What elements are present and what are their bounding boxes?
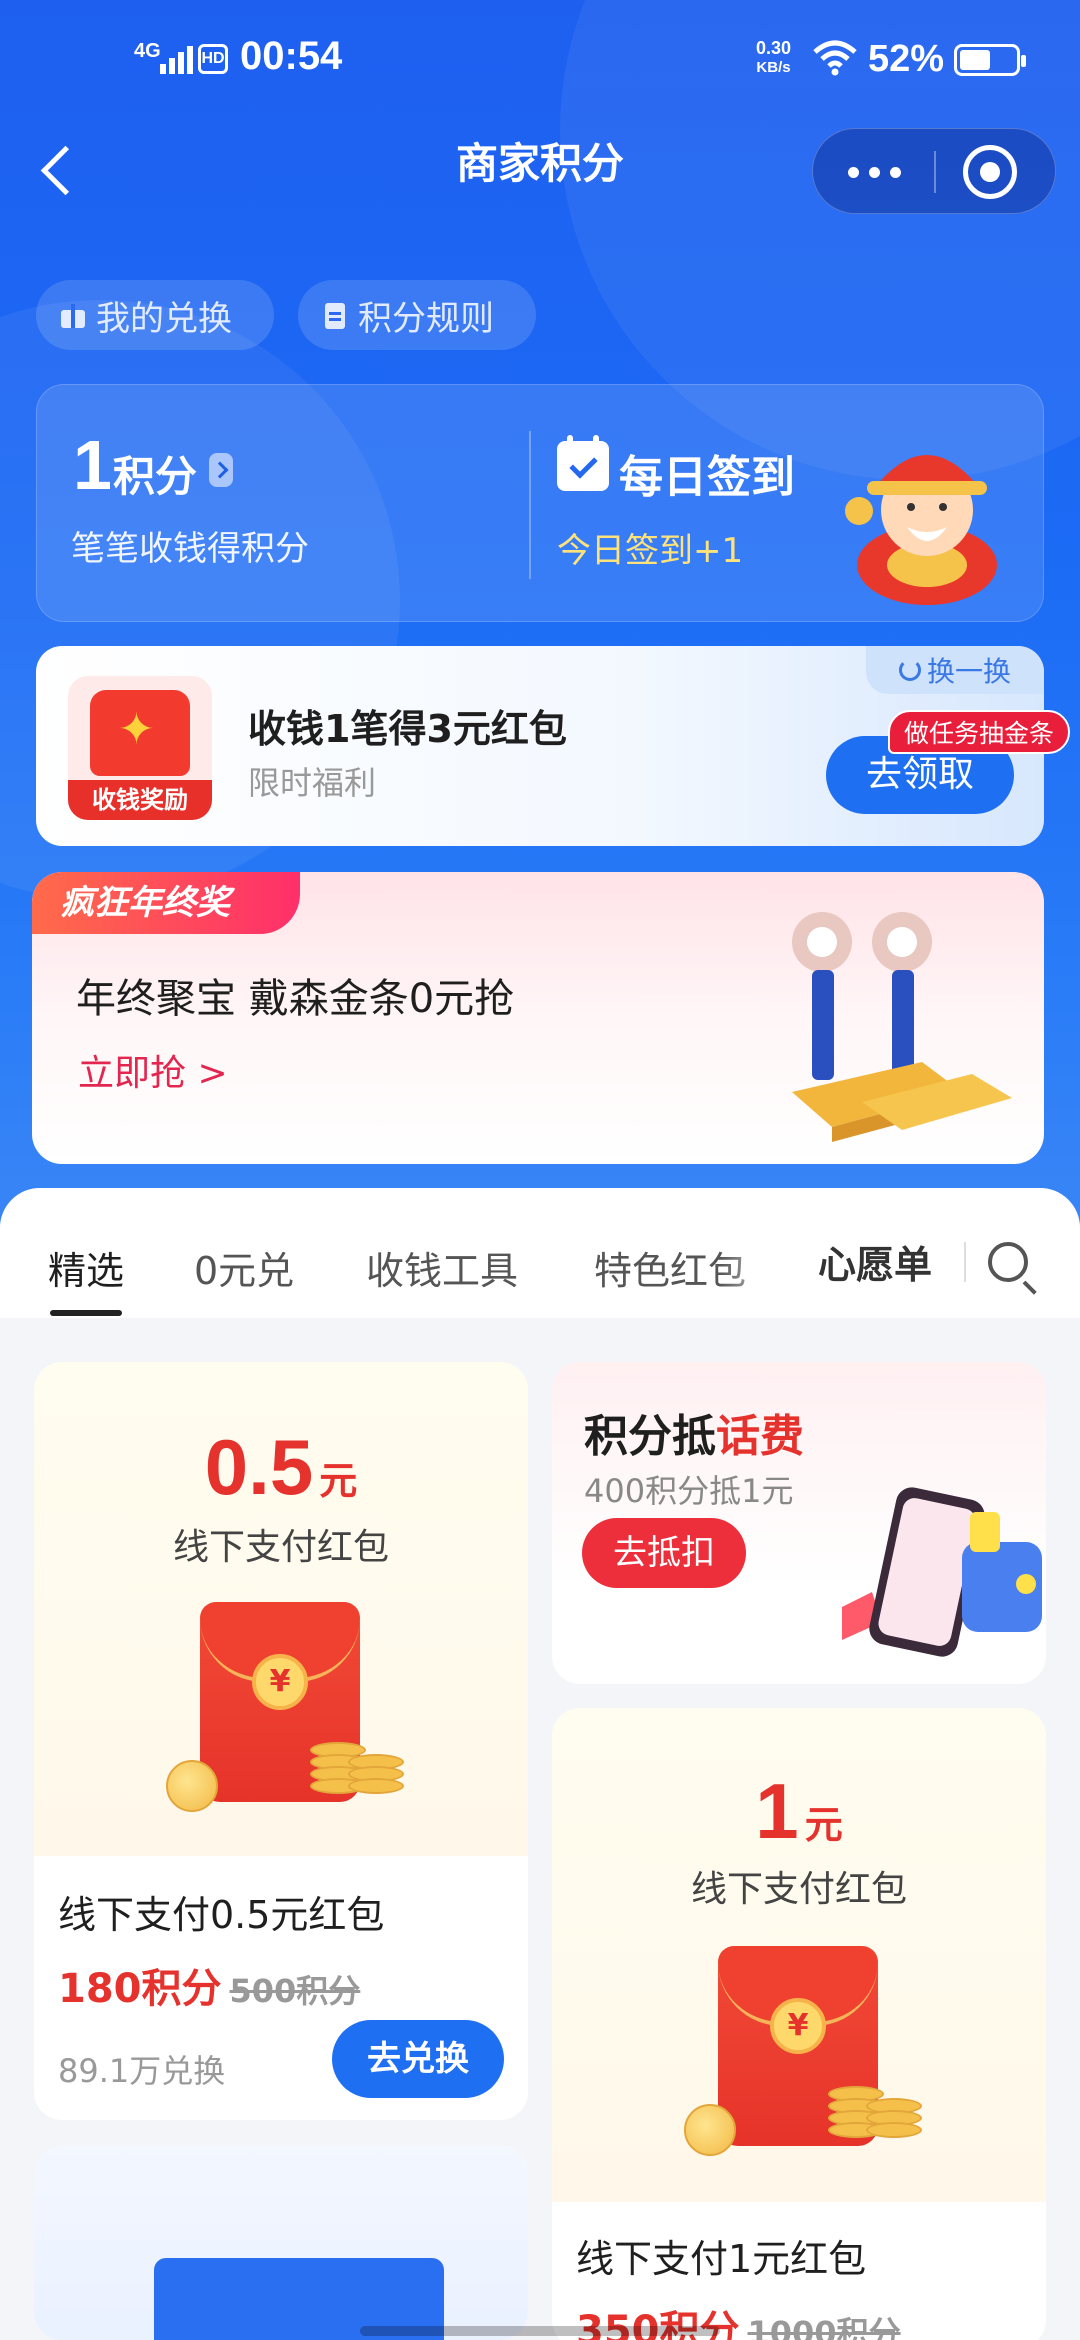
banner-tag: 疯狂年终奖 (32, 872, 300, 934)
tab-separator (964, 1242, 966, 1282)
points-subtitle: 笔笔收钱得积分 (71, 529, 309, 569)
status-bar: 4G HD 00:54 0.30 KB/s 52% (0, 0, 1080, 120)
bill-subtitle: 400积分抵1元 (584, 1472, 794, 1510)
product-art: 0.5 元 线下支付红包 ¥ (34, 1362, 528, 1856)
points-rules-link[interactable]: 积分规则 (298, 280, 536, 350)
tab-payment-tools[interactable]: 收钱工具 (366, 1240, 518, 1295)
more-button[interactable] (813, 129, 935, 215)
swap-button[interactable]: 换一换 (866, 646, 1044, 694)
points-unit[interactable]: 积分 (113, 443, 197, 504)
refresh-icon (898, 659, 921, 681)
points-rules-label: 积分规则 (358, 298, 494, 339)
calendar-check-icon (557, 435, 609, 491)
wifi-icon (813, 40, 857, 76)
exchange-button[interactable]: 去兑换 (332, 2020, 504, 2098)
coin-icon (166, 1760, 218, 1812)
product-art (34, 2146, 528, 2340)
home-indicator[interactable] (360, 2326, 720, 2336)
tab-fade (720, 1230, 790, 1300)
product-card[interactable] (34, 2146, 528, 2340)
network-speed: 0.30 KB/s (756, 38, 792, 76)
product-card[interactable]: 0.5 元 线下支付红包 ¥ 线下支付0.5元红包 180积分 500积分 89.1… (34, 1362, 528, 2120)
deduct-button[interactable]: 去抵扣 (582, 1518, 746, 1588)
phone-wallet-illustration (842, 1487, 1042, 1657)
product-card[interactable]: 1元 线下支付红包 ¥ 线下支付1元红包 350积分 1000积分 (552, 1708, 1046, 2340)
phone-bill-card[interactable]: 积分抵话费 400积分抵1元 去抵扣 (552, 1362, 1046, 1684)
product-amount: 0.5 元 (204, 1423, 358, 1511)
exchange-count: 89.1万兑换 (58, 2052, 226, 2090)
card-divider (529, 431, 531, 579)
reward-icon-tag: 收钱奖励 (68, 780, 212, 820)
mini-program-capsule (812, 128, 1056, 214)
points-summary-card: 1 积分 笔笔收钱得积分 每日签到 今日签到+1 (36, 384, 1044, 622)
red-envelope-icon: ✦ 收钱奖励 (68, 676, 212, 820)
product-name: 线下支付0.5元红包 (58, 1893, 385, 1937)
chevron-right-icon[interactable] (209, 453, 233, 487)
close-miniprogram-button[interactable] (963, 145, 1017, 199)
product-name: 线下支付1元红包 (576, 2237, 867, 2281)
clock: 00:54 (240, 34, 343, 78)
document-icon (320, 300, 350, 330)
gift-icon (58, 300, 88, 330)
battery-percent: 52% (868, 38, 945, 80)
product-art-desc: 线下支付红包 (690, 1869, 907, 1910)
battery-icon (954, 44, 1026, 76)
banner-title: 年终聚宝 戴森金条0元抢 (76, 976, 515, 1022)
capsule-divider (934, 151, 936, 193)
network-indicator: 4G (134, 40, 161, 62)
banner-link[interactable]: 立即抢 > (78, 1044, 228, 1096)
my-exchanges-label: 我的兑换 (96, 298, 232, 339)
swap-label: 换一换 (926, 655, 1011, 688)
product-price: 180积分 500积分 (58, 1966, 361, 2012)
task-badge[interactable]: 做任务抽金条 (888, 710, 1071, 754)
daily-checkin-title[interactable]: 每日签到 (619, 441, 795, 505)
coin-icon (684, 2104, 736, 2156)
fortune-god-illustration[interactable] (837, 415, 1017, 605)
product-amount: 1元 (755, 1767, 843, 1855)
hd-icon: HD (198, 44, 228, 74)
my-exchanges-link[interactable]: 我的兑换 (36, 280, 274, 350)
points-value[interactable]: 1 (73, 425, 112, 505)
reward-subtitle: 限时福利 (248, 764, 377, 802)
reward-title: 收钱1笔得3元红包 (248, 707, 567, 751)
daily-checkin-subtitle[interactable]: 今日签到+1 (557, 523, 743, 572)
tab-zero-yuan[interactable]: 0元兑 (194, 1240, 294, 1295)
active-tab-indicator (50, 1310, 122, 1316)
signal-icon (160, 46, 193, 74)
bill-title: 积分抵话费 (584, 1411, 804, 1462)
search-icon[interactable] (988, 1242, 1028, 1282)
product-art-desc: 线下支付红包 (172, 1527, 389, 1568)
tab-wishlist[interactable]: 心愿单 (818, 1234, 932, 1289)
dryer-gold-bar-illustration (792, 912, 1012, 1142)
product-art: 1元 线下支付红包 ¥ (552, 1708, 1046, 2202)
tab-featured[interactable]: 精选 (48, 1240, 124, 1295)
year-end-banner[interactable]: 疯狂年终奖 年终聚宝 戴森金条0元抢 立即抢 > (32, 872, 1044, 1164)
